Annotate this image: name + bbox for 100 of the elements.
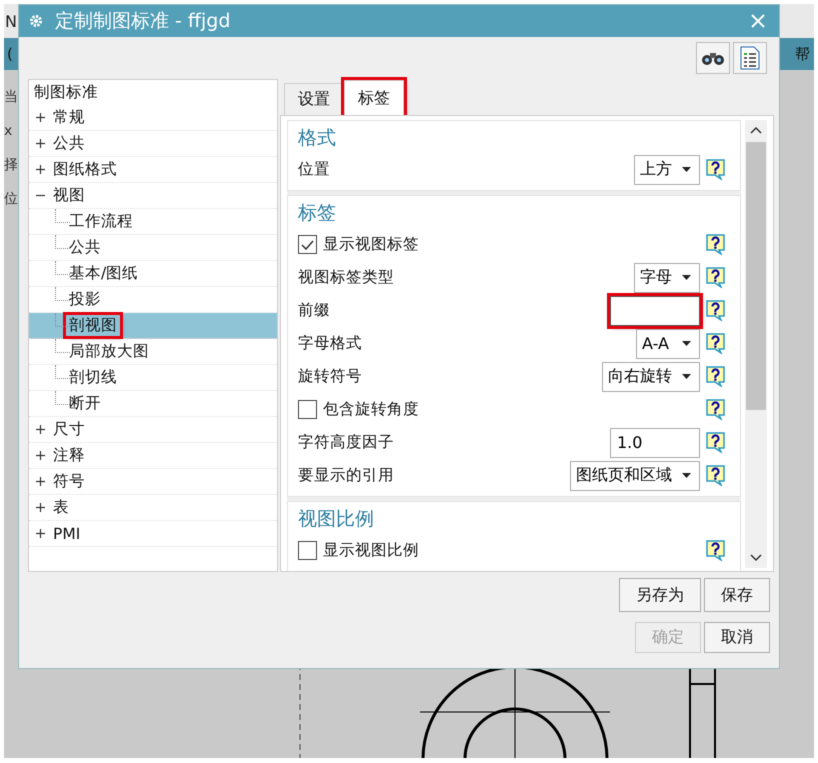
tree-item[interactable]: PMI [29, 521, 277, 547]
tree-item-label: 表 [52, 497, 70, 518]
dialog-button[interactable]: 取消 [704, 622, 770, 653]
help-icon[interactable] [706, 399, 725, 420]
dropdown[interactable]: A-A [636, 328, 700, 358]
tree-item-label: 图纸格式 [52, 159, 118, 180]
help-icon[interactable] [706, 300, 725, 321]
help-icon[interactable] [706, 333, 725, 354]
field-label: 要显示的引用 [298, 465, 395, 486]
dropdown[interactable]: 向右旋转 [602, 362, 700, 392]
tree-item[interactable]: 图纸格式 [29, 157, 277, 183]
checkbox-label: 显示视图标签 [323, 234, 420, 255]
tree-item-label: 尺寸 [52, 419, 86, 440]
section-title: 视图比例 [298, 507, 374, 532]
expand-icon[interactable] [36, 425, 45, 434]
tree-item-label: 符号 [52, 471, 86, 492]
tab[interactable]: 设置 [284, 83, 344, 115]
tree-item[interactable]: 公共 [29, 131, 277, 157]
tree-item[interactable]: 符号 [29, 469, 277, 495]
caret-icon [682, 275, 691, 280]
tree-item-label: 公共 [68, 237, 102, 258]
dropdown[interactable]: 字母 [634, 262, 700, 292]
check-icon [301, 240, 314, 250]
scrollbar[interactable] [745, 120, 767, 568]
help-icon[interactable] [706, 159, 725, 180]
field-label: 前缀 [298, 300, 331, 321]
expand-icon[interactable] [36, 165, 45, 174]
dropdown[interactable]: 图纸页和区域 [570, 460, 700, 490]
tree-item-label: 剖切线 [68, 367, 118, 388]
expand-icon[interactable] [36, 477, 45, 486]
tree-item-label: 投影 [68, 289, 102, 310]
tree-item[interactable]: 常规 [29, 105, 277, 131]
checkbox[interactable] [298, 400, 317, 419]
input-field[interactable]: 1.0 [610, 428, 700, 458]
checkbox[interactable] [298, 235, 317, 254]
tree-item-label: 局部放大图 [68, 341, 150, 362]
tree-item[interactable]: 尺寸 [29, 417, 277, 443]
tree-item-label: 注释 [52, 445, 86, 466]
help-icon[interactable] [706, 267, 725, 288]
menu-fragment[interactable]: ( [7, 45, 13, 63]
help-icon[interactable] [706, 366, 725, 387]
help-icon[interactable] [706, 465, 725, 486]
expand-icon[interactable] [36, 529, 45, 538]
toolbar-fragment: 位 [4, 190, 19, 209]
expand-icon[interactable] [36, 113, 45, 122]
scroll-thumb[interactable] [746, 142, 766, 410]
caret-icon [682, 167, 691, 172]
help-icon[interactable] [706, 234, 725, 255]
field-label: 位置 [298, 159, 331, 180]
binoculars-icon [701, 50, 725, 66]
checkbox-label: 包含旋转角度 [323, 399, 420, 420]
field-label: 视图标签类型 [298, 267, 395, 288]
binoculars-button[interactable] [696, 42, 730, 74]
tree-item-label: 剖视图 [66, 315, 120, 336]
section-title: 标签 [298, 201, 336, 226]
field-label: 旋转符号 [298, 366, 363, 387]
field-label: 字母格式 [298, 333, 363, 354]
tree-item-label: 视图 [52, 185, 86, 206]
dialog-button[interactable]: 保存 [704, 578, 770, 612]
menu-fragment[interactable]: 帮 [795, 44, 810, 64]
tree-item-label: 公共 [52, 133, 86, 154]
tree-item[interactable]: 局部放大图 [29, 339, 277, 365]
toolbar-fragment: x [4, 122, 14, 141]
help-icon[interactable] [706, 540, 725, 561]
tree-item[interactable]: 剖视图 [29, 313, 277, 339]
dropdown[interactable]: 上方 [634, 154, 700, 184]
field-label: 字符高度因子 [298, 432, 395, 453]
tree-item[interactable]: 注释 [29, 443, 277, 469]
app-title-fragment: N [5, 12, 17, 30]
tree-item[interactable]: 工作流程 [29, 209, 277, 235]
tree-item[interactable]: 视图 [29, 183, 277, 209]
tree-item-label: 基本/图纸 [68, 263, 140, 284]
dialog-button[interactable]: 另存为 [619, 578, 701, 612]
window-title: 定制制图标准 - ffjgd [55, 9, 232, 34]
tab[interactable]: 标签 [344, 80, 404, 115]
toolbar-fragment: 当 [4, 88, 19, 107]
checkbox-label: 显示视图比例 [323, 540, 420, 561]
document-list-icon [740, 46, 760, 70]
expand-icon[interactable] [36, 139, 45, 148]
tree-item-label: 工作流程 [68, 211, 134, 232]
tree-item-label: PMI [52, 524, 82, 542]
tree-item-label: 常规 [52, 107, 86, 128]
toolbar-fragment: 择 [4, 156, 19, 175]
tree-item[interactable]: 表 [29, 495, 277, 521]
expand-icon[interactable] [36, 503, 45, 512]
tree-header: 制图标准 [34, 82, 98, 103]
tree-item[interactable]: 基本/图纸 [29, 261, 277, 287]
caret-icon [682, 374, 691, 379]
tree-item[interactable]: 剖切线 [29, 365, 277, 391]
caret-icon [682, 341, 691, 346]
help-icon[interactable] [706, 432, 725, 453]
document-list-button[interactable] [733, 42, 767, 74]
checkbox[interactable] [298, 541, 317, 560]
gear-icon [29, 14, 43, 28]
caret-icon [682, 473, 691, 478]
tree-item[interactable]: 断开 [29, 391, 277, 417]
expand-icon[interactable] [36, 451, 45, 460]
tree-item-label: 断开 [68, 393, 102, 414]
tree-item[interactable]: 公共 [29, 235, 277, 261]
section-title: 格式 [298, 126, 336, 151]
